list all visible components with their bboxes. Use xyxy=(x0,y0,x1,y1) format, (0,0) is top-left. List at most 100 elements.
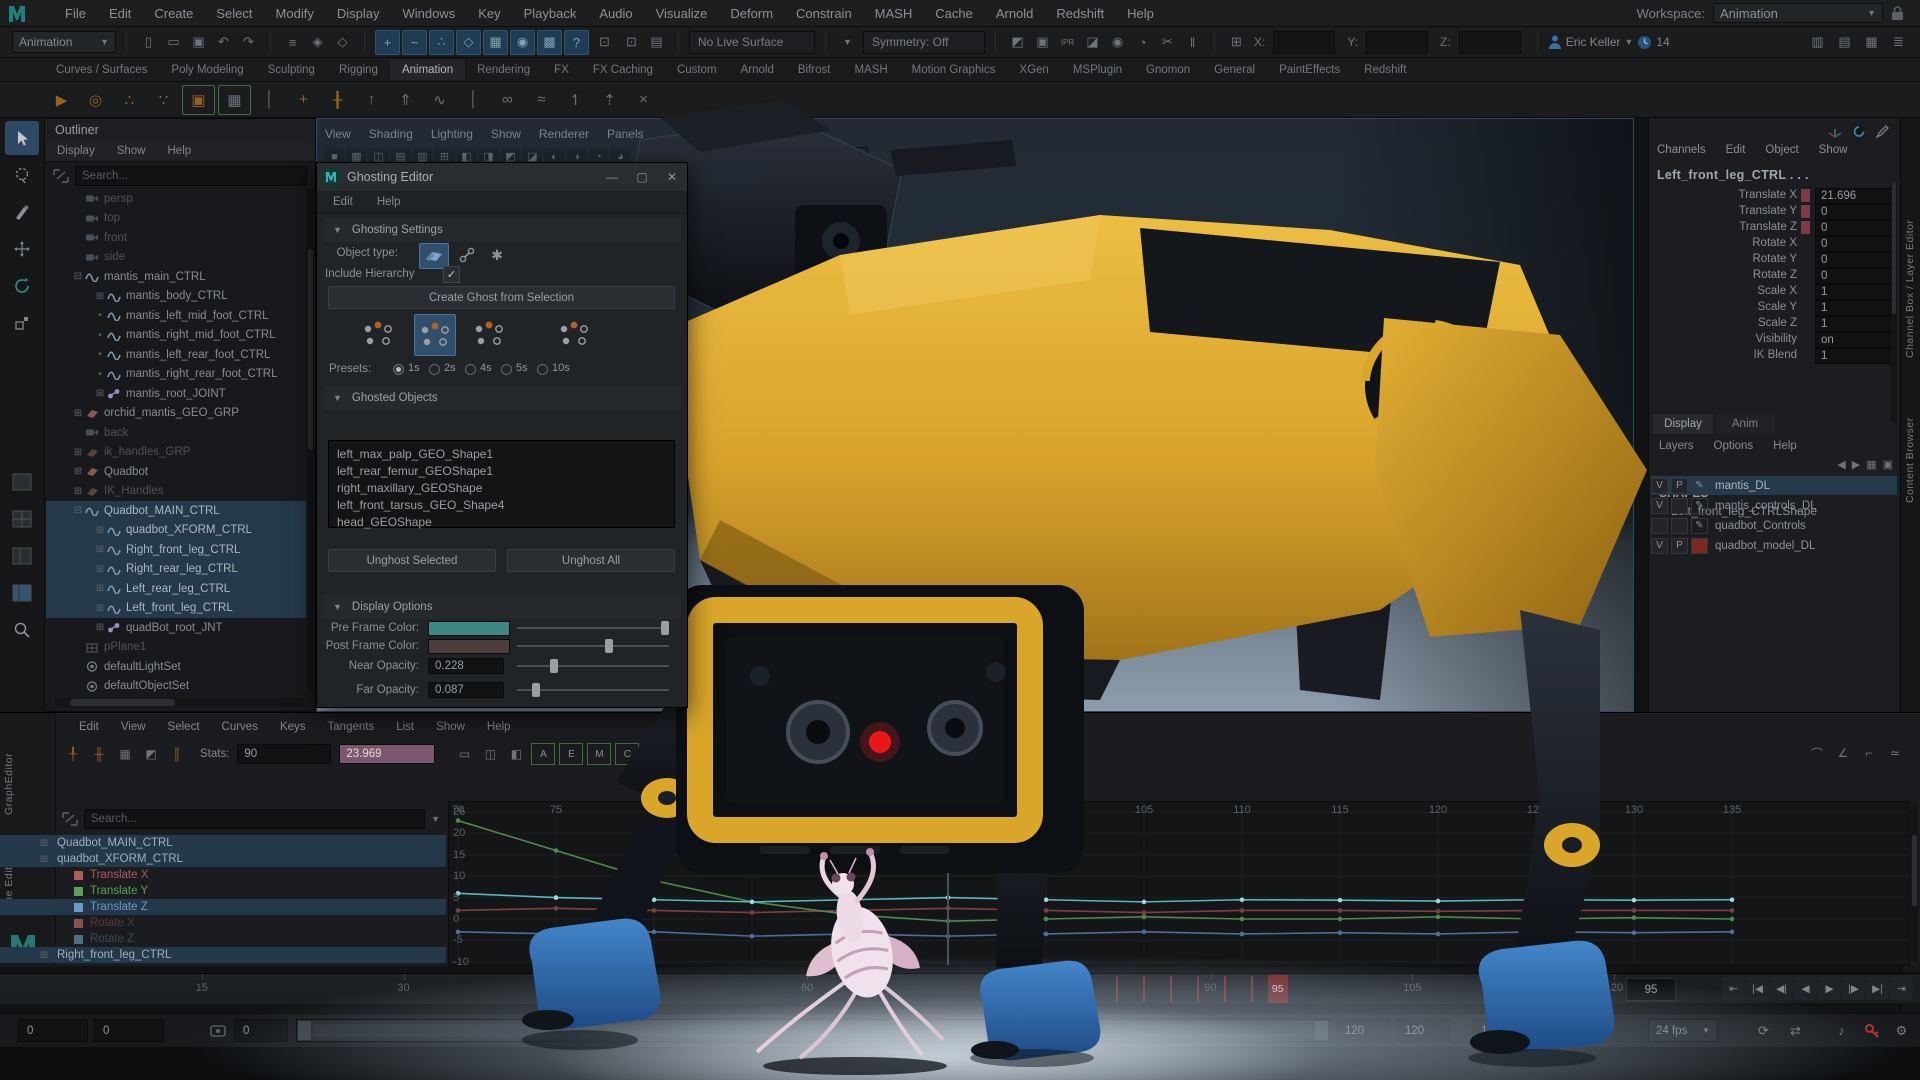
stats-frame-field[interactable]: 90 xyxy=(237,744,331,764)
play-backward-button[interactable]: ◀ xyxy=(1794,977,1817,1000)
outliner-item-defaultLightSet[interactable]: defaultLightSet xyxy=(46,657,306,677)
pre-frame-color-swatch[interactable] xyxy=(428,621,510,636)
go-to-end-button[interactable]: ⇥ xyxy=(1890,977,1913,1000)
ghosting-settings-header[interactable]: ▼Ghosting Settings xyxy=(323,218,681,242)
time-slider[interactable]: 153045607590105120 95 95 ⇤|◀◀|◀▶|▶▶|⇥ xyxy=(0,973,1920,1003)
scale-tool[interactable] xyxy=(5,306,39,340)
chevron-down-icon[interactable]: ▼ xyxy=(431,814,440,824)
graph-tree-quadbot_xform_ctrl[interactable]: ⊞quadbot_XFORM_CTRL xyxy=(0,851,446,867)
dot-keys-icon[interactable]: ∴ xyxy=(114,86,145,114)
shelf-tab-xgen[interactable]: XGen xyxy=(1007,60,1060,80)
create-ghost-button[interactable]: Create Ghost from Selection xyxy=(328,286,675,309)
channel-ik-blend[interactable]: IK Blend1 xyxy=(1649,348,1893,364)
outliner-hscrollbar[interactable] xyxy=(55,698,305,707)
outliner-menu-display[interactable]: Display xyxy=(57,145,95,157)
chevron-down-icon[interactable]: ▼ xyxy=(1624,37,1633,47)
filter-icon[interactable] xyxy=(53,169,69,183)
pre-infinity-icon[interactable]: ∿ xyxy=(643,744,665,764)
audio-mute-icon[interactable]: ♪ xyxy=(1830,1020,1853,1041)
channel-rotate-z[interactable]: Rotate Z0 xyxy=(1649,268,1893,284)
outliner-menu-help[interactable]: Help xyxy=(168,145,192,157)
colorspace-select[interactable]: ACES 1.0 SDR-video (sRGB)▼ xyxy=(692,147,868,166)
outliner-item-mantis_body_CTRL[interactable]: ⊞mantis_body_CTRL xyxy=(46,287,306,307)
channel-box-menu-object[interactable]: Object xyxy=(1765,144,1798,156)
redo-icon[interactable]: ↷ xyxy=(237,31,260,54)
retime-tool-icon[interactable]: ║ xyxy=(166,744,188,764)
expand-toggle[interactable]: ⊞ xyxy=(94,544,106,555)
shelf-tab-mash[interactable]: MASH xyxy=(842,60,899,80)
graph-tree-rotate-x[interactable]: Rotate X xyxy=(0,915,446,931)
new-layer-selected-icon[interactable]: ▣ xyxy=(1883,458,1893,471)
outliner-item-side[interactable]: side xyxy=(46,248,306,268)
viewport-menu-panels[interactable]: Panels xyxy=(607,127,644,141)
construction-history-icon[interactable]: ⊡ xyxy=(620,31,643,54)
menu-file[interactable]: File xyxy=(65,6,86,21)
cut-icon[interactable]: ✂ xyxy=(1156,31,1179,54)
channel-box-menu-channels[interactable]: Channels xyxy=(1657,144,1706,156)
channel-box-toggle-icon[interactable]: ▦ xyxy=(1860,31,1883,54)
shelf-tab-painteffects[interactable]: PaintEffects xyxy=(1267,60,1352,80)
graph-menu-keys[interactable]: Keys xyxy=(280,721,306,733)
absolute-view-icon[interactable]: A xyxy=(531,743,555,765)
ghosting-titlebar[interactable]: Ghosting Editor — ▢ ✕ xyxy=(317,163,687,191)
ghost-preset-2-button[interactable] xyxy=(414,314,456,356)
symmetry-field[interactable]: Symmetry: Off xyxy=(863,31,985,54)
preset-radio-2s[interactable] xyxy=(429,364,440,375)
unghost-all-button[interactable]: Unghost All xyxy=(507,549,675,572)
graph-menu-help[interactable]: Help xyxy=(487,721,511,733)
anim-snapshot-icon[interactable]: ◎ xyxy=(80,86,111,114)
shelf-tab-arnold[interactable]: Arnold xyxy=(729,60,786,80)
paint-select-tool[interactable] xyxy=(5,195,39,229)
tool-settings-toggle-icon[interactable]: ▤ xyxy=(1833,31,1856,54)
set-key-icon[interactable]: ▣ xyxy=(182,85,215,115)
constraint-point-icon[interactable]: ≈ xyxy=(526,86,557,114)
curve-view-icon[interactable]: C xyxy=(615,743,639,765)
graph-search-input[interactable] xyxy=(84,809,425,829)
buffer-curve-icon[interactable]: ≃ xyxy=(1884,743,1906,763)
shelf-tab-redshift[interactable]: Redshift xyxy=(1352,60,1418,80)
channel-value[interactable]: 0 xyxy=(1815,236,1894,252)
outliner-item-ik_handles_GRP[interactable]: ⊞ik_handles_GRP xyxy=(46,443,306,463)
snap-center-icon[interactable]: ▩ xyxy=(537,30,562,55)
layer-row-quadbot_model_DL[interactable]: VPquadbot_model_DL xyxy=(1651,536,1897,555)
outliner-item-Right_rear_leg_CTRL[interactable]: ⊞Right_rear_leg_CTRL xyxy=(46,560,306,580)
constraint-orient-icon[interactable]: ↿ xyxy=(560,86,591,114)
play-forward-button[interactable]: ▶ xyxy=(1818,977,1841,1000)
normalized-view-icon[interactable]: M xyxy=(587,743,611,765)
menu-mash[interactable]: MASH xyxy=(875,6,913,21)
menu-help[interactable]: Help xyxy=(1127,6,1154,21)
z-input[interactable] xyxy=(1459,31,1521,54)
channel-rotate-x[interactable]: Rotate X0 xyxy=(1649,236,1893,252)
outliner-item-Quadbot[interactable]: ⊞Quadbot xyxy=(46,462,306,482)
layer-row-mantis_controls_DL[interactable]: V✎mantis_controls_DL xyxy=(1651,496,1897,515)
select-tool[interactable] xyxy=(5,121,39,155)
minimize-button[interactable]: — xyxy=(597,163,627,191)
expand-toggle[interactable]: ⊞ xyxy=(94,583,106,594)
step-forward-key-button[interactable]: ▶| xyxy=(1866,977,1889,1000)
snap-view-icon[interactable]: ◉ xyxy=(510,30,535,55)
input-output-icon[interactable]: ? xyxy=(564,30,589,55)
outliner-item-mantis_root_JOINT[interactable]: ⊞mantis_root_JOINT xyxy=(46,384,306,404)
graph-vscrollbar[interactable] xyxy=(1911,803,1918,962)
layer-visibility-toggle[interactable]: V xyxy=(1651,538,1668,554)
expand-toggle[interactable]: ⊞ xyxy=(38,854,50,865)
outliner-item-defaultObjectSet[interactable]: defaultObjectSet xyxy=(46,677,306,694)
display-options-header[interactable]: ▼Display Options xyxy=(323,595,681,619)
snap-curve-icon[interactable]: ~ xyxy=(402,30,427,55)
preset-radio-10s[interactable] xyxy=(537,364,548,375)
add-key-icon[interactable]: + xyxy=(288,86,319,114)
menu-windows[interactable]: Windows xyxy=(402,6,455,21)
menu-redshift[interactable]: Redshift xyxy=(1056,6,1104,21)
open-scene-icon[interactable]: ▭ xyxy=(162,31,185,54)
channel-rotate-y[interactable]: Rotate Y0 xyxy=(1649,252,1893,268)
graph-tree-right_front_leg_ctrl[interactable]: ⊞Right_front_leg_CTRL xyxy=(0,947,446,963)
render-settings-icon[interactable]: ◪ xyxy=(1081,31,1104,54)
fps-select[interactable]: 24 fps▼ xyxy=(1648,1019,1718,1042)
channel-value[interactable]: 0 xyxy=(1815,268,1894,284)
rotate-tool[interactable] xyxy=(5,269,39,303)
channel-box-object-name[interactable]: Left_front_leg_CTRL . . . xyxy=(1657,168,1809,182)
expand-toggle[interactable]: ⊞ xyxy=(94,388,106,399)
outliner-item-persp[interactable]: persp xyxy=(46,189,306,209)
insert-keys-icon[interactable]: ╫ xyxy=(88,744,110,764)
workspace-select[interactable]: Animation ▼ xyxy=(1713,3,1883,23)
